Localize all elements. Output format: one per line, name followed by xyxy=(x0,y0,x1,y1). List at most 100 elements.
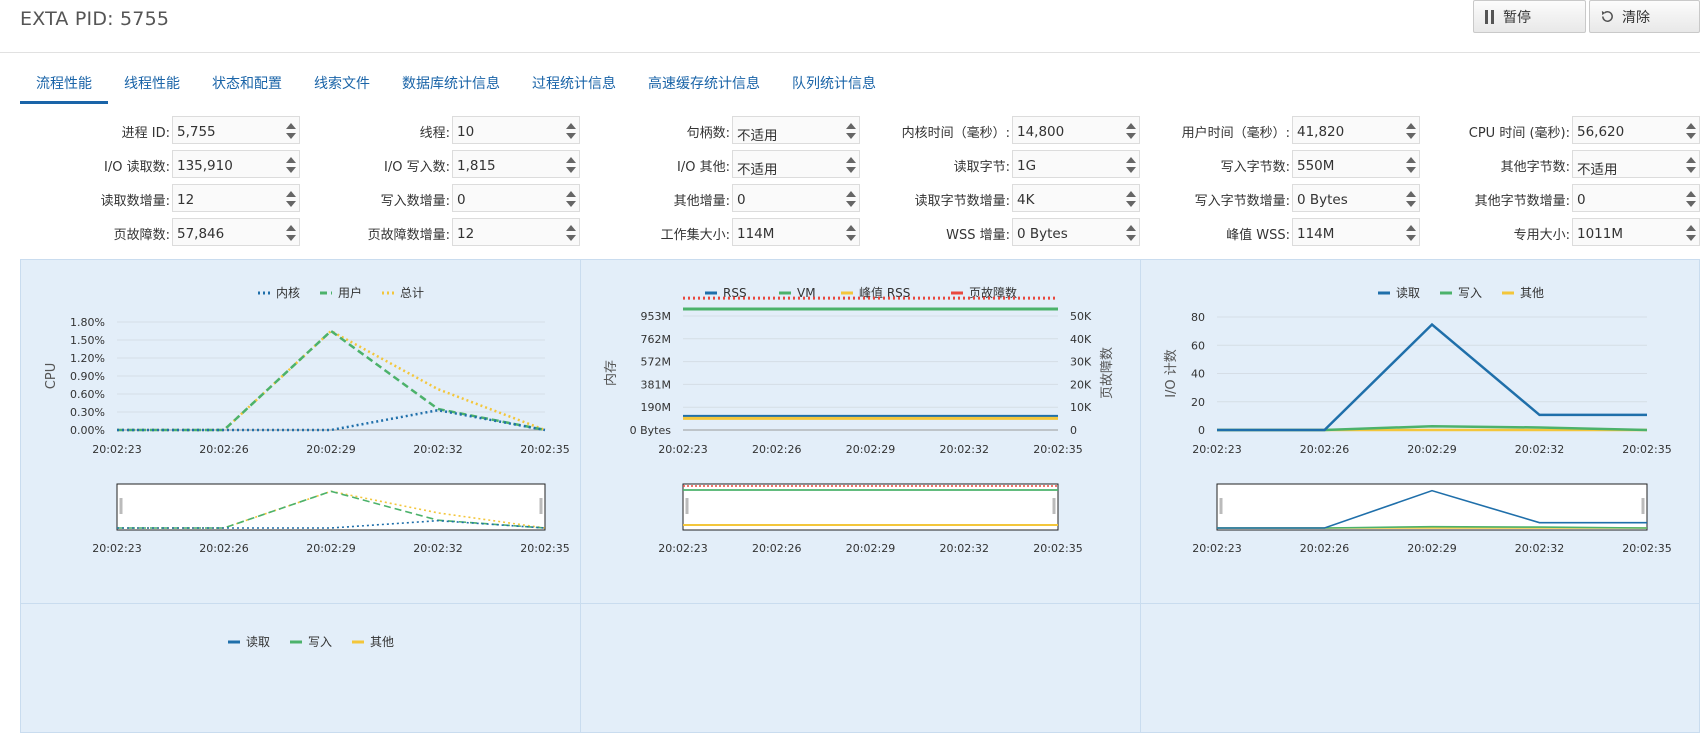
field-input[interactable]: 10 xyxy=(452,116,580,144)
x-tick-label: 20:02:32 xyxy=(940,443,989,456)
spinner-icon[interactable] xyxy=(286,154,296,176)
x-tick-label: 20:02:35 xyxy=(520,443,569,456)
field-input[interactable]: 0 xyxy=(1572,184,1700,212)
x-tick-label: 20:02:29 xyxy=(1407,443,1456,456)
field-label: CPU 时间 (毫秒): xyxy=(1468,126,1570,141)
field-input[interactable]: 不适用 xyxy=(732,116,860,144)
spinner-icon[interactable] xyxy=(846,188,856,210)
spinner-icon[interactable] xyxy=(286,120,296,142)
field-value: 41,820 xyxy=(1297,124,1345,140)
tab-trace-files[interactable]: 线索文件 xyxy=(298,66,386,104)
spinner-icon[interactable] xyxy=(1126,154,1136,176)
field-input[interactable]: 41,820 xyxy=(1292,116,1420,144)
field-input[interactable]: 不适用 xyxy=(732,150,860,178)
field-label: I/O 其他: xyxy=(677,160,730,175)
field-value: 1011M xyxy=(1577,226,1624,242)
field-input[interactable]: 135,910 xyxy=(172,150,300,178)
field-input[interactable]: 12 xyxy=(452,218,580,246)
legend-label: 读取 xyxy=(246,635,270,649)
pause-label: 暂停 xyxy=(1503,9,1531,26)
field-input[interactable]: 0 xyxy=(732,184,860,212)
field-input[interactable]: 56,620 xyxy=(1572,116,1700,144)
tab-process-performance[interactable]: 流程性能 xyxy=(20,66,108,104)
field: I/O 其他: 不适用 xyxy=(580,150,860,180)
spinner-icon[interactable] xyxy=(1126,188,1136,210)
spinner-icon[interactable] xyxy=(846,222,856,244)
field-input[interactable]: 4K xyxy=(1012,184,1140,212)
field-label: 写入数增量: xyxy=(380,194,450,209)
x-tick-label: 20:02:32 xyxy=(1515,443,1564,456)
tab-cache-stats[interactable]: 高速缓存统计信息 xyxy=(632,66,776,104)
x-tick-label: 20:02:26 xyxy=(752,542,801,555)
field-label: 读取数增量: xyxy=(100,194,170,209)
field-label: 页故障数: xyxy=(113,228,170,243)
spinner-icon[interactable] xyxy=(286,222,296,244)
header: EXTA PID: 5755 暂停 清除 xyxy=(0,0,1700,53)
chart-ws-delta-panel xyxy=(1140,603,1700,733)
field-label: 页故障数增量: xyxy=(367,228,450,243)
y2-tick-label: 30K xyxy=(1070,356,1092,369)
field: 读取字节: 1G xyxy=(860,150,1140,180)
field-input[interactable]: 114M xyxy=(732,218,860,246)
field-value: 0 Bytes xyxy=(1297,192,1348,208)
spinner-icon[interactable] xyxy=(1406,222,1416,244)
y-tick-label: 60 xyxy=(1191,339,1205,352)
legend-label: 其他 xyxy=(1520,286,1544,300)
pause-button[interactable]: 暂停 xyxy=(1473,0,1586,33)
field-input[interactable]: 12 xyxy=(172,184,300,212)
field-input[interactable]: 57,846 xyxy=(172,218,300,246)
y-tick-label: 0.60% xyxy=(70,388,105,401)
clear-button[interactable]: 清除 xyxy=(1589,0,1700,33)
spinner-icon[interactable] xyxy=(1686,222,1696,244)
field-value: 4K xyxy=(1017,192,1035,208)
tab-thread-performance[interactable]: 线程性能 xyxy=(108,66,196,104)
spinner-icon[interactable] xyxy=(846,154,856,176)
tab-db-stats[interactable]: 数据库统计信息 xyxy=(386,66,516,104)
spinner-icon[interactable] xyxy=(566,154,576,176)
field-input[interactable]: 1011M xyxy=(1572,218,1700,246)
spinner-icon[interactable] xyxy=(846,120,856,142)
spinner-icon[interactable] xyxy=(1686,120,1696,142)
field-input[interactable]: 550M xyxy=(1292,150,1420,178)
refresh-icon xyxy=(1601,10,1613,22)
spinner-icon[interactable] xyxy=(566,222,576,244)
field-input[interactable]: 5,755 xyxy=(172,116,300,144)
spinner-icon[interactable] xyxy=(1406,188,1416,210)
spinner-icon[interactable] xyxy=(1406,154,1416,176)
tab-status-config[interactable]: 状态和配置 xyxy=(196,66,298,104)
tab-queue-stats[interactable]: 队列统计信息 xyxy=(776,66,892,104)
y-tick-label: 0 Bytes xyxy=(630,424,672,437)
field-input[interactable]: 0 Bytes xyxy=(1292,184,1420,212)
spinner-icon[interactable] xyxy=(566,120,576,142)
field: 写入数增量: 0 xyxy=(300,184,580,214)
series-line xyxy=(117,329,546,432)
field-input[interactable]: 0 Bytes xyxy=(1012,218,1140,246)
spinner-icon[interactable] xyxy=(1686,188,1696,210)
field-label: 写入字节数增量: xyxy=(1194,194,1290,209)
spinner-icon[interactable] xyxy=(566,188,576,210)
field-input[interactable]: 1,815 xyxy=(452,150,580,178)
field-input[interactable]: 14,800 xyxy=(1012,116,1140,144)
field: 峰值 WSS: 114M xyxy=(1140,218,1420,248)
y-tick-label: 572M xyxy=(641,356,672,369)
y-tick-label: 1.50% xyxy=(70,334,105,347)
field-input[interactable]: 114M xyxy=(1292,218,1420,246)
field: 其他增量: 0 xyxy=(580,184,860,214)
field-input[interactable]: 不适用 xyxy=(1572,150,1700,178)
field-input[interactable]: 1G xyxy=(1012,150,1140,178)
spinner-icon[interactable] xyxy=(1126,222,1136,244)
tab-procedure-stats[interactable]: 过程统计信息 xyxy=(516,66,632,104)
field-label: 峰值 WSS: xyxy=(1226,228,1290,243)
spinner-icon[interactable] xyxy=(1126,120,1136,142)
field-label: 其他字节数: xyxy=(1500,160,1570,175)
x-tick-label: 20:02:26 xyxy=(199,443,248,456)
y-tick-label: 381M xyxy=(641,378,672,391)
field-value: 114M xyxy=(1297,226,1335,242)
spinner-icon[interactable] xyxy=(1406,120,1416,142)
field-input[interactable]: 0 xyxy=(452,184,580,212)
y-axis-title: 内存 xyxy=(603,360,619,386)
spinner-icon[interactable] xyxy=(286,188,296,210)
spinner-icon[interactable] xyxy=(1686,154,1696,176)
field-value: 12 xyxy=(457,226,475,242)
memory-chart: RSS VM 峰值 RSS 页故障数0 Bytes190M381M572M762M95… xyxy=(603,285,1115,555)
